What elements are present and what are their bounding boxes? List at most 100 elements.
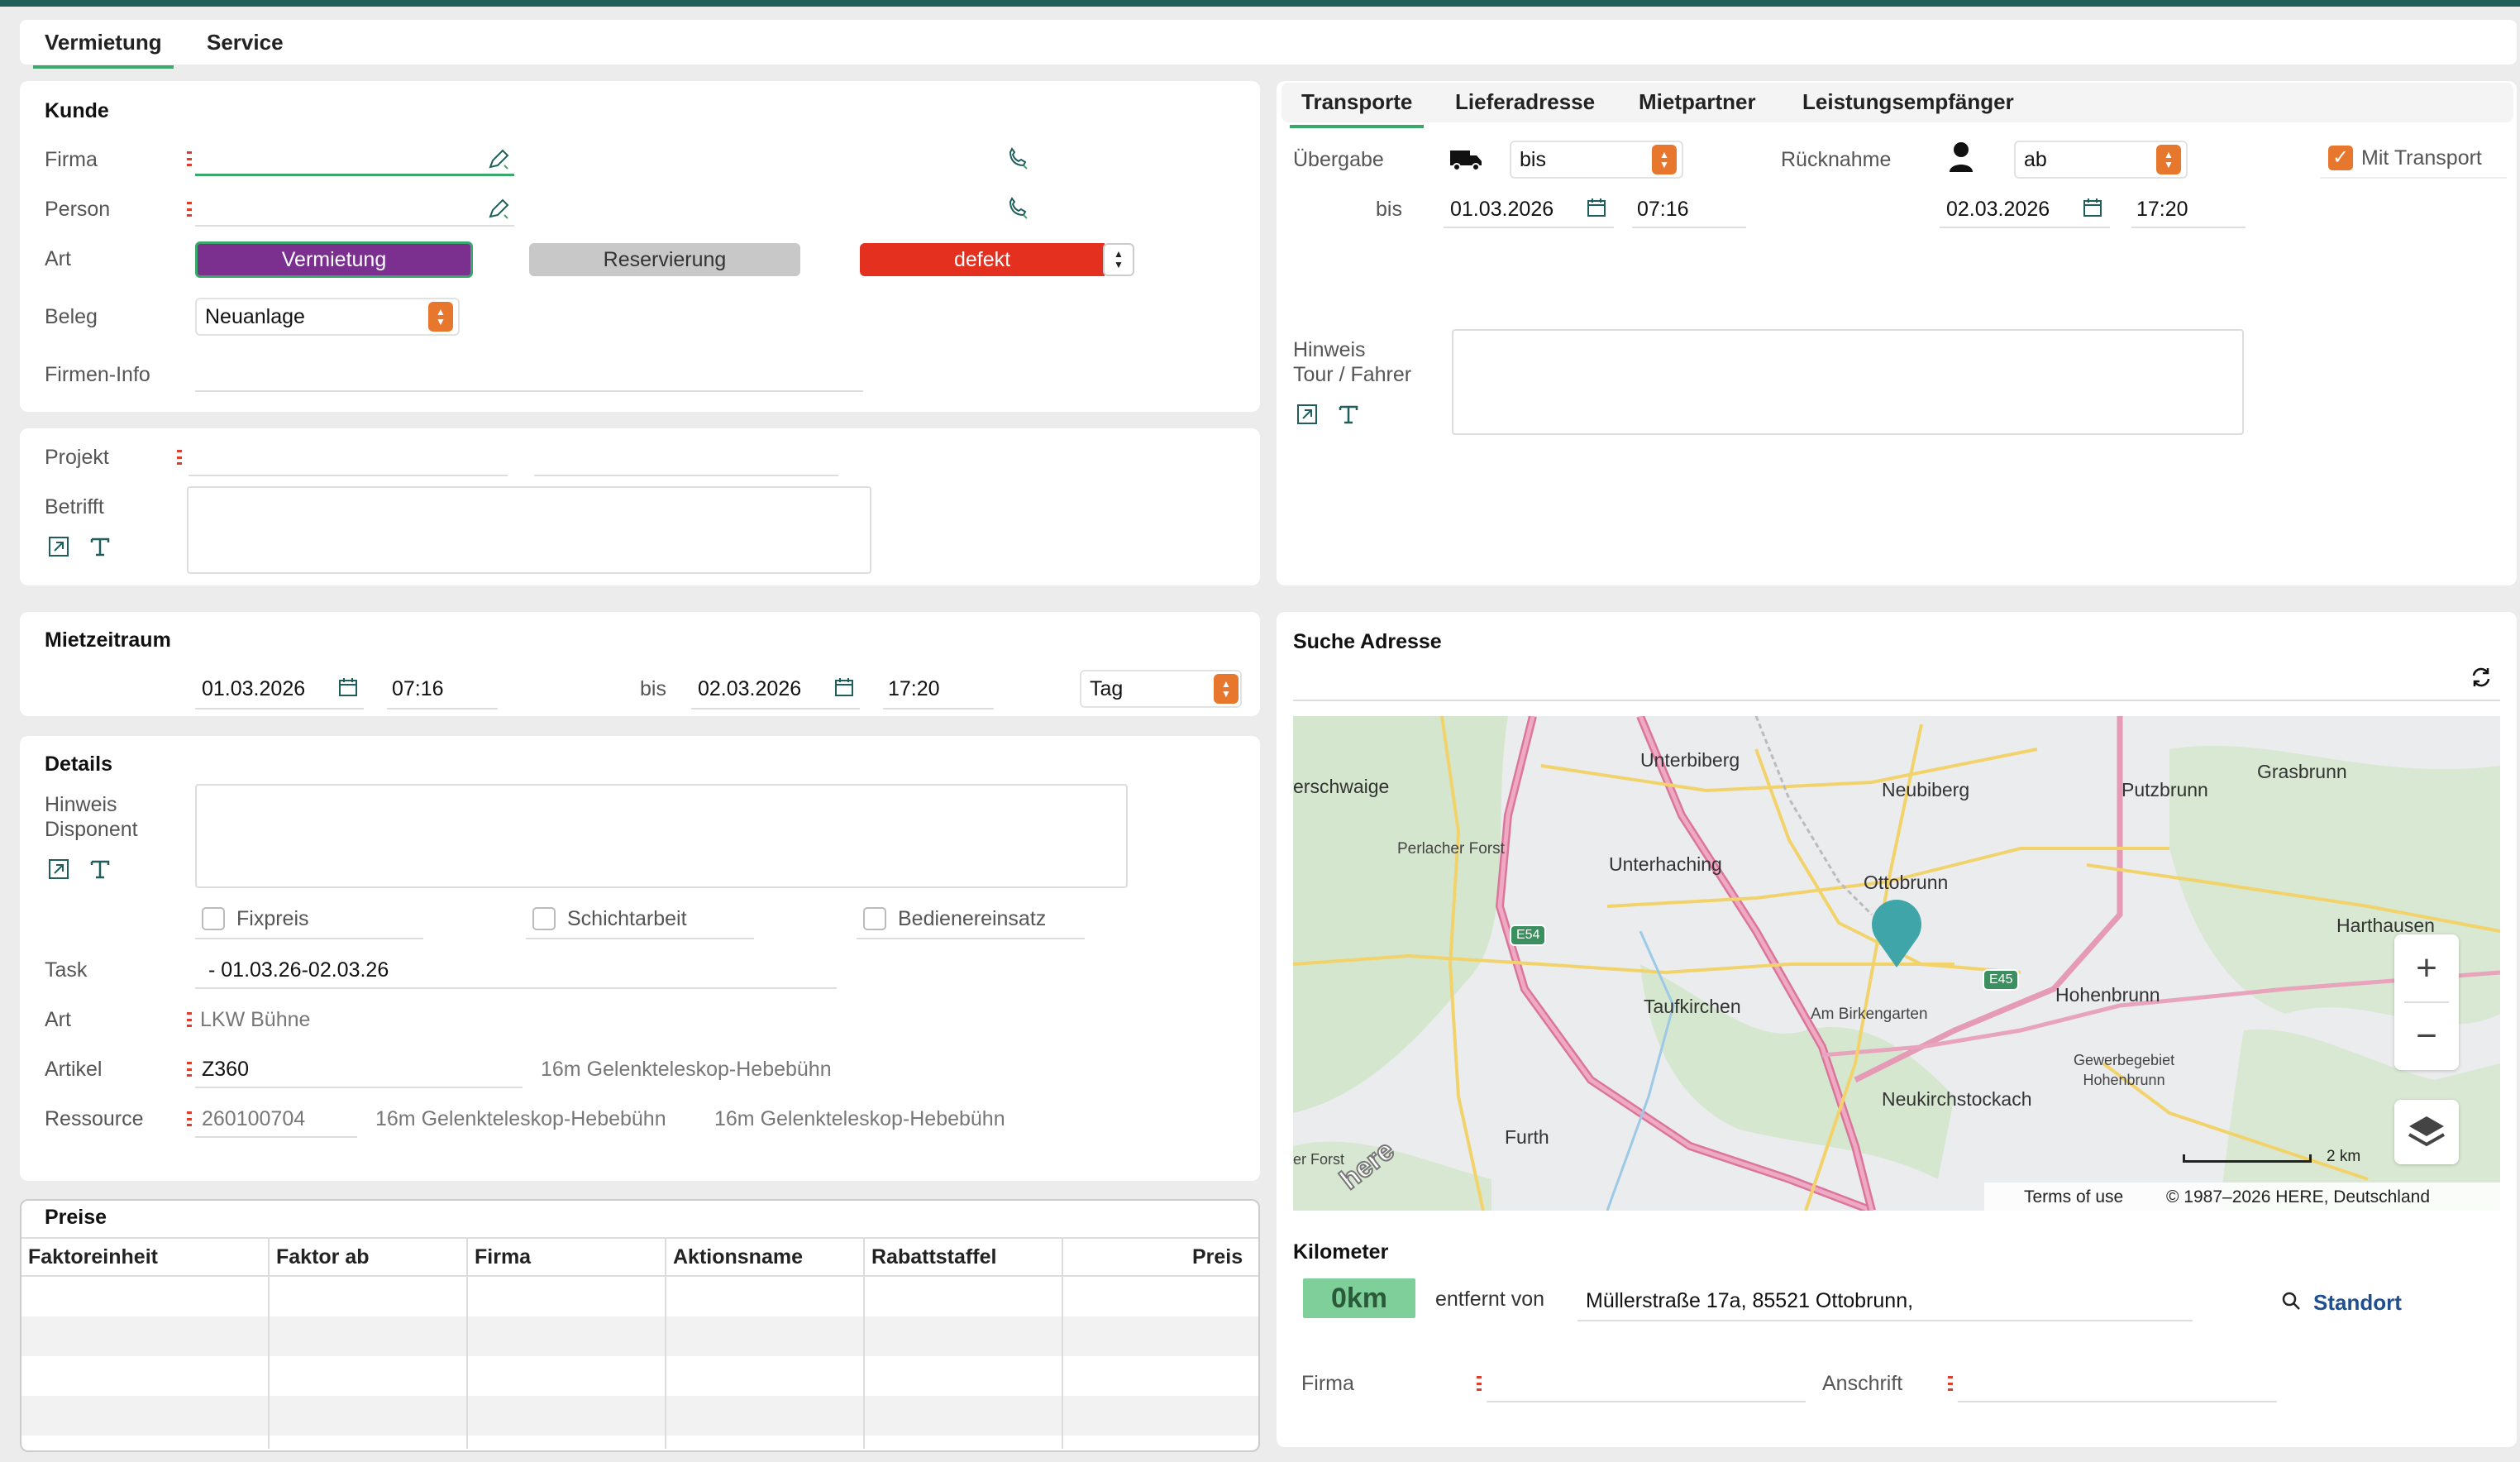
artikel-label: Artikel [45,1058,103,1081]
defekt-select[interactable]: defekt [860,243,1105,276]
firma-input[interactable] [195,174,514,176]
mietzeit-from-time[interactable]: 07:16 [392,676,444,701]
vermietung-button[interactable]: Vermietung [195,241,473,278]
phone-search-icon[interactable] [1005,195,1030,220]
mietzeit-to-date-line [691,708,860,710]
tab-transporte[interactable]: Transporte [1289,89,1425,128]
map[interactable]: erschwaige Unterbiberg Neubiberg Putzbru… [1293,716,2500,1211]
art-detail-value[interactable]: LKW Bühne [200,1007,310,1032]
calendar-icon[interactable] [2082,197,2103,218]
map-label: Neukirchstockach [1882,1088,2032,1110]
map-label: Perlacher Forst [1397,840,1505,858]
defekt-spinner[interactable]: ▲ ▼ [1103,243,1134,276]
mietzeit-from-date-line [195,708,364,710]
table-row[interactable] [21,1277,1258,1316]
preise-header-row [21,1237,1258,1277]
mit-transport-checkbox[interactable]: ✓ [2328,146,2353,170]
required-marker [1477,1376,1482,1391]
search-icon[interactable] [2280,1290,2302,1312]
mietzeit-to-date[interactable]: 02.03.2026 [698,676,801,701]
standort-button[interactable]: Standort [2313,1290,2402,1316]
terms-link[interactable]: Terms of use [2024,1187,2123,1207]
km-firma-input[interactable] [1487,1401,1806,1402]
km-address[interactable]: Müllerstraße 17a, 85521 Ottobrunn, [1586,1288,1913,1313]
tab-service[interactable]: Service [207,30,284,55]
text-format-icon[interactable] [88,857,112,882]
map-label: erschwaige [1293,776,1390,797]
text-format-icon[interactable] [88,534,112,559]
task-value[interactable]: - 01.03.26-02.03.26 [208,958,389,982]
details-title: Details [45,752,112,776]
tab-mietpartner[interactable]: Mietpartner [1639,89,1756,115]
expand-icon[interactable] [46,857,71,882]
edit-pencil-icon[interactable] [486,197,511,222]
anschrift-input[interactable] [1958,1401,2277,1402]
edit-pencil-icon[interactable] [486,147,511,172]
table-row[interactable] [21,1396,1258,1436]
bedienereinsatz-checkbox[interactable] [863,907,886,930]
km-badge: 0km [1303,1278,1415,1318]
artikel-line [195,1087,523,1088]
table-row[interactable] [21,1316,1258,1356]
tab-leistungsempfaenger[interactable]: Leistungsempfänger [1802,89,2014,115]
unit-spinner[interactable]: ▲ ▼ [1214,674,1239,704]
reservierung-button[interactable]: Reservierung [529,243,800,276]
map-label: Grasbrunn [2257,761,2347,782]
col-faktoreinheit[interactable]: Faktoreinheit [28,1245,158,1269]
ruecknahme-date-line [1940,227,2110,228]
firmeninfo-input[interactable] [195,390,863,392]
text-format-icon[interactable] [1336,402,1361,427]
uebergabe-spinner[interactable]: ▲ ▼ [1652,145,1677,174]
phone-search-icon[interactable] [1005,146,1030,170]
zoom-out-button[interactable]: − [2394,1004,2459,1068]
artikel-value[interactable]: Z360 [202,1057,249,1082]
uebergabe-date[interactable]: 01.03.2026 [1450,197,1554,222]
map-label: Unterbiberg [1640,749,1740,771]
expand-icon[interactable] [46,534,71,559]
calendar-icon[interactable] [1586,197,1607,218]
uebergabe-time[interactable]: 07:16 [1637,197,1689,222]
projekt-input[interactable] [189,475,508,476]
mietzeit-from-time-line [387,708,498,710]
col-preis[interactable]: Preis [1192,1245,1243,1269]
layers-icon [2408,1116,2445,1147]
col-aktionsname[interactable]: Aktionsname [673,1245,803,1269]
refresh-icon[interactable] [2469,665,2494,690]
mietzeit-to-time-line [883,708,994,710]
calendar-icon[interactable] [337,676,359,698]
projekt-input-2[interactable] [534,475,838,476]
mietzeit-to-time[interactable]: 17:20 [888,676,940,701]
table-row[interactable] [21,1356,1258,1396]
beleg-label: Beleg [45,305,98,328]
top-accent-bar [0,0,2520,7]
ruecknahme-spinner[interactable]: ▲ ▼ [2156,145,2181,174]
ressource-value[interactable]: 260100704 [202,1106,305,1131]
tab-vermietung[interactable]: Vermietung [33,30,174,69]
ruecknahme-time[interactable]: 17:20 [2136,197,2188,222]
col-firma[interactable]: Firma [475,1245,531,1269]
person-input[interactable] [195,225,514,227]
uebergabe-label: Übergabe [1293,148,1384,171]
hinweis-disponent-textarea[interactable] [195,784,1128,888]
mietzeit-bis-label: bis [640,677,666,700]
betrifft-textarea[interactable] [187,486,871,574]
expand-icon[interactable] [1295,402,1320,427]
hinweis-tour-textarea[interactable] [1452,329,2244,435]
suche-input[interactable] [1293,700,2500,701]
calendar-icon[interactable] [833,676,855,698]
beleg-spinner[interactable]: ▲ ▼ [428,302,453,332]
col-rabattstaffel[interactable]: Rabattstaffel [871,1245,996,1269]
beleg-select[interactable]: Neuanlage [195,298,460,336]
schichtarbeit-checkbox[interactable] [532,907,556,930]
mietzeit-from-date[interactable]: 01.03.2026 [202,676,305,701]
map-label: Putzbrunn [2121,779,2208,800]
col-faktor-ab[interactable]: Faktor ab [276,1245,370,1269]
layers-button[interactable] [2394,1100,2459,1164]
tab-lieferadresse[interactable]: Lieferadresse [1455,89,1595,115]
required-marker [187,151,192,166]
ruecknahme-date[interactable]: 02.03.2026 [1946,197,2050,222]
required-marker [1948,1376,1953,1391]
fixpreis-checkbox[interactable] [202,907,225,930]
entfernt-label: entfernt von [1435,1288,1545,1311]
zoom-in-button[interactable]: + [2394,936,2459,1001]
